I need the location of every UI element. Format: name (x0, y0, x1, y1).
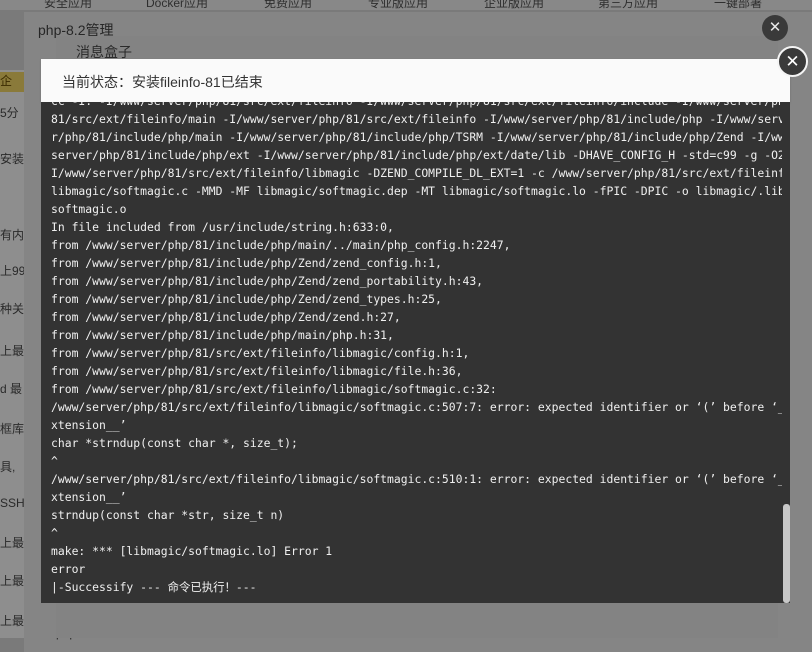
background-sidebar-item: 上最 (0, 614, 24, 628)
background-sidebar-item: 种关 (0, 302, 24, 316)
log-line: r/php/81/include/php/main -I/www/server/… (51, 130, 790, 144)
background-tab-bar: 安全应用 Docker应用 免费应用 专业版应用 企业版应用 第三方应用 一键部… (0, 0, 812, 10)
message-box-close-icon[interactable]: ✕ (762, 15, 788, 41)
background-tab: 第三方应用 (598, 0, 659, 10)
log-line: from /www/server/php/81/include/php/Zend… (51, 292, 442, 306)
log-line: from /www/server/php/81/include/php/main… (51, 238, 511, 252)
close-icon[interactable]: ✕ (777, 46, 808, 77)
background-sidebar-item: 具, (0, 460, 16, 474)
install-log-console[interactable]: cc -I. -I/www/server/php/81/src/ext/file… (41, 102, 790, 603)
log-line: strndup(const char *str, size_t n) (51, 508, 285, 522)
log-lines: cc -I. -I/www/server/php/81/src/ext/file… (51, 102, 790, 596)
log-line: libmagic/softmagic.c -MMD -MF libmagic/s… (51, 184, 790, 198)
log-line: server/php/81/include/php/ext -I/www/ser… (51, 148, 790, 162)
log-line: from /www/server/php/81/include/php/Zend… (51, 310, 401, 324)
log-line: xtension__’ (51, 490, 127, 504)
background-sidebar-item: 企 (0, 72, 24, 92)
background-sidebar-item: 框库 (0, 422, 24, 436)
log-line: softmagic.o (51, 202, 127, 216)
log-line: |-Successify --- 命令已执行！--- (51, 580, 257, 594)
background-sidebar-item: 上最 (0, 574, 24, 588)
background-sidebar-item: 上99 (0, 264, 24, 278)
log-line: error (51, 562, 86, 576)
background-sidebar: 企 5分 安装 有内 上99 种关 上最 d 最 框库 具, SSH 上最 上最… (0, 70, 24, 638)
log-line: /www/server/php/81/src/ext/fileinfo/libm… (51, 472, 790, 486)
background-sidebar-item: 上最 (0, 536, 24, 550)
background-sidebar-item: 5分 (0, 106, 19, 120)
background-tab: 一键部署 (714, 0, 763, 10)
status-bar: 当前状态：安装fileinfo-81已结束 (41, 59, 790, 102)
log-line: from /www/server/php/81/src/ext/fileinfo… (51, 364, 463, 378)
log-line: from /www/server/php/81/src/ext/fileinfo… (51, 382, 497, 396)
background-sidebar-item: 安装 (0, 152, 24, 166)
background-tab: Docker应用 (146, 0, 209, 10)
background-tab: 安全应用 (44, 0, 93, 10)
log-line: ^ (51, 526, 58, 540)
log-line: I/www/server/php/81/src/ext/fileinfo/lib… (51, 166, 790, 180)
status-text: 当前状态：安装fileinfo-81已结束 (62, 74, 263, 90)
background-tab: 专业版应用 (368, 0, 429, 10)
log-line: char *strndup(const char *, size_t); (51, 436, 298, 450)
log-line: from /www/server/php/81/include/php/Zend… (51, 274, 484, 288)
background-tab: 企业版应用 (484, 0, 545, 10)
log-line: xtension__’ (51, 418, 127, 432)
log-line: make: *** [libmagic/softmagic.lo] Error … (51, 544, 333, 558)
log-line: cc -I. -I/www/server/php/81/src/ext/file… (51, 102, 790, 110)
log-line: from /www/server/php/81/include/php/main… (51, 328, 394, 342)
background-sidebar-item: 有内 (0, 228, 24, 242)
log-line: /www/server/php/81/src/ext/fileinfo/libm… (51, 400, 790, 414)
log-scrollbar-thumb[interactable] (783, 504, 790, 603)
log-line: from /www/server/php/81/include/php/Zend… (51, 256, 442, 270)
background-sidebar-item: SSH (0, 496, 24, 510)
background-sidebar-item: d 最 (0, 382, 23, 396)
log-line: In file included from /usr/include/strin… (51, 220, 394, 234)
log-line: ^ (51, 454, 58, 468)
background-tab: 免费应用 (264, 0, 313, 10)
background-sidebar-item: 上最 (0, 344, 24, 358)
log-line: 81/src/ext/fileinfo/main -I/www/server/p… (51, 112, 790, 126)
log-scrollbar-track[interactable] (782, 102, 790, 603)
log-line: from /www/server/php/81/src/ext/fileinfo… (51, 346, 470, 360)
